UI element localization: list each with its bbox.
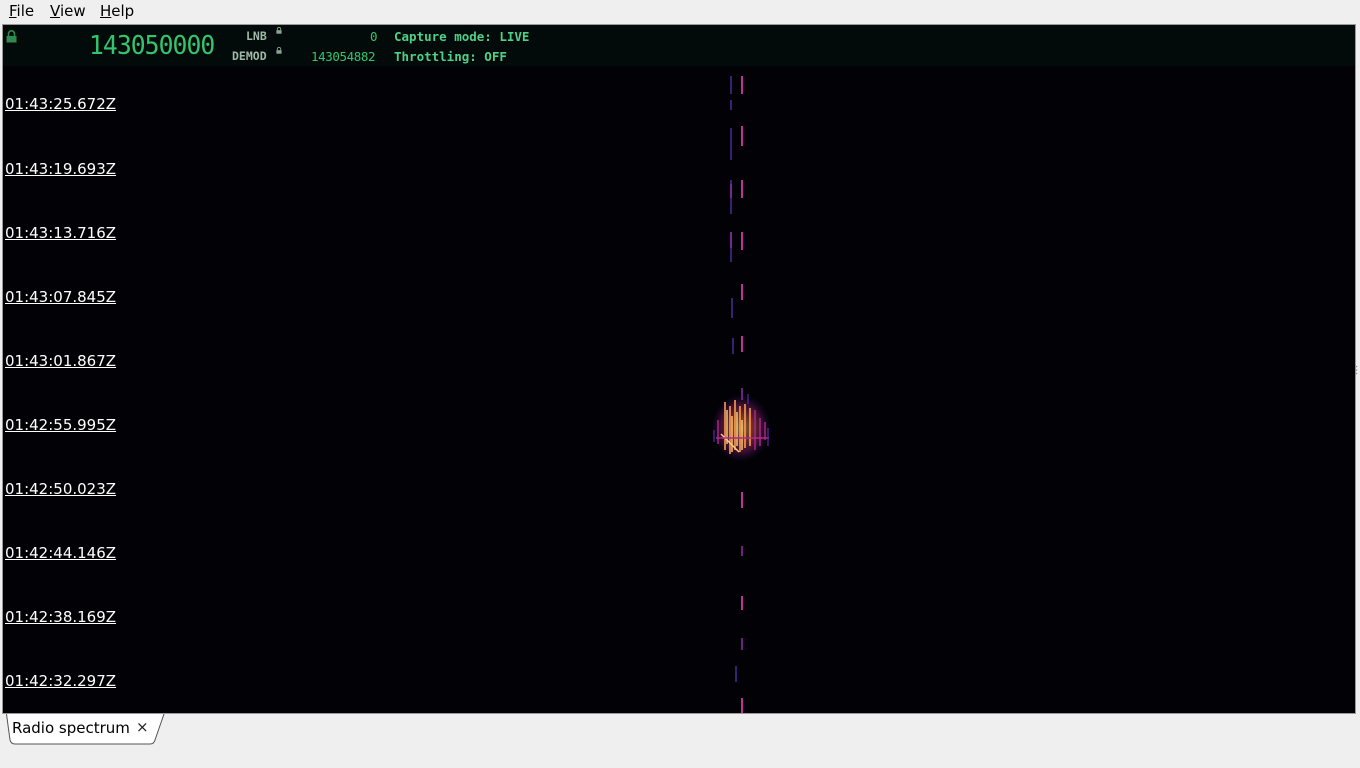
demod-label: DEMOD bbox=[232, 49, 267, 63]
menu-file[interactable]: File bbox=[9, 1, 34, 21]
timestamp-label: 01:42:55.995Z bbox=[5, 416, 117, 434]
demod-frequency-value[interactable]: 143054882 bbox=[311, 50, 376, 64]
main-frequency-display[interactable]: 143050000 bbox=[89, 31, 215, 61]
timestamp-label: 01:43:19.693Z bbox=[5, 160, 117, 178]
demod-lock-icon[interactable] bbox=[276, 47, 282, 54]
capture-mode-status: Capture mode: LIVE bbox=[394, 29, 530, 44]
timestamp-label: 01:42:32.297Z bbox=[5, 672, 117, 690]
lnb-lock-icon[interactable] bbox=[276, 27, 282, 34]
waterfall-signal-graphic bbox=[711, 76, 771, 713]
status-bar: 143050000 LNB 0 DEMOD 143054882 Capture … bbox=[3, 25, 1355, 66]
menu-bar: File View Help bbox=[0, 0, 1360, 22]
timestamp-label: 01:43:13.716Z bbox=[5, 224, 117, 242]
lnb-frequency-value[interactable]: 0 bbox=[370, 30, 378, 44]
tab-label: Radio spectrum bbox=[12, 719, 130, 737]
timestamp-label: 01:43:01.867Z bbox=[5, 352, 117, 370]
lnb-label: LNB bbox=[246, 29, 267, 43]
menu-view[interactable]: View bbox=[50, 1, 86, 21]
timestamp-label: 01:42:50.023Z bbox=[5, 480, 117, 498]
tab-close-button[interactable]: × bbox=[136, 718, 149, 736]
resize-grip-icon[interactable] bbox=[1355, 365, 1358, 375]
timestamp-label: 01:42:38.169Z bbox=[5, 608, 117, 626]
tab-bar: Radio spectrum × bbox=[0, 714, 1360, 768]
waterfall-display[interactable]: 01:43:25.672Z 01:43:19.693Z 01:43:13.716… bbox=[3, 66, 1355, 713]
throttling-status: Throttling: OFF bbox=[394, 49, 507, 64]
menu-help[interactable]: Help bbox=[100, 1, 134, 21]
timestamp-label: 01:43:25.672Z bbox=[5, 95, 117, 113]
timestamp-label: 01:42:44.146Z bbox=[5, 544, 117, 562]
timestamp-label: 01:43:07.845Z bbox=[5, 288, 117, 306]
lock-icon[interactable] bbox=[6, 30, 17, 43]
spectrum-panel: 143050000 LNB 0 DEMOD 143054882 Capture … bbox=[2, 24, 1358, 714]
